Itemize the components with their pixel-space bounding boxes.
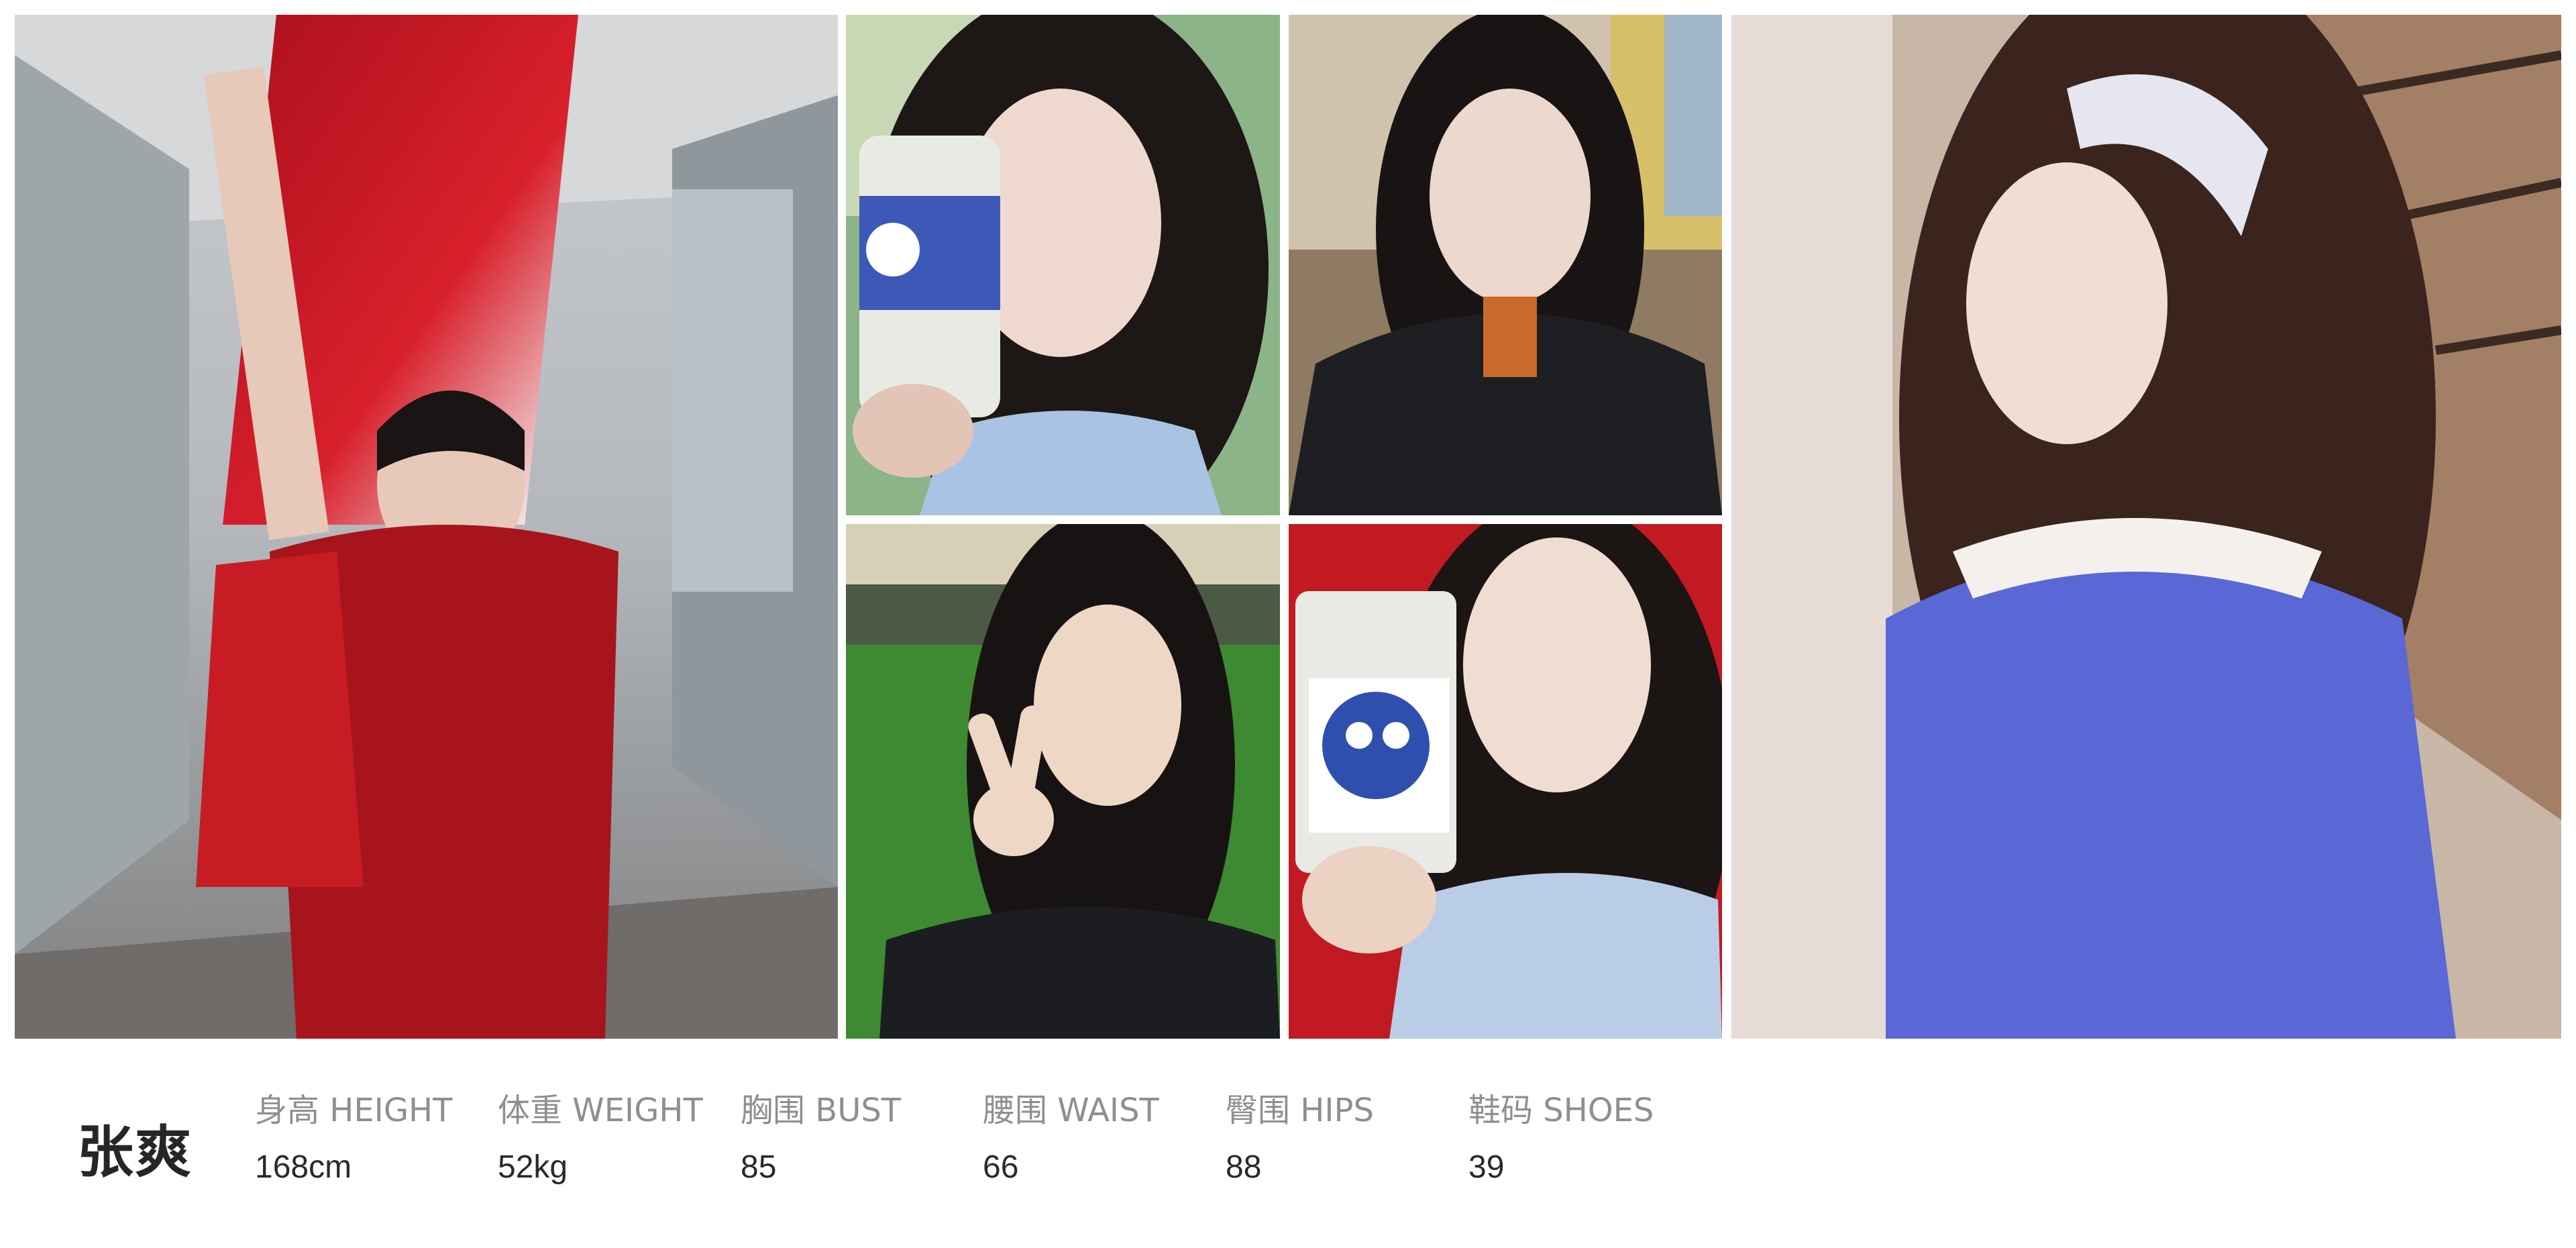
- photo-black-jacket[interactable]: [1289, 15, 1722, 515]
- stat-bust-label: 胸围 BUST: [741, 1092, 902, 1129]
- photo-blue-sweater-image: [1731, 15, 2561, 1039]
- photo-pout-panda-cup-image: [1289, 524, 1722, 1039]
- stat-weight: 体重 WEIGHT 52kg: [498, 1088, 703, 1188]
- stat-weight-value: 52kg: [498, 1149, 568, 1185]
- stat-waist-label: 腰围 WAIST: [983, 1092, 1159, 1129]
- photo-pout-panda-cup[interactable]: [1289, 524, 1722, 1039]
- photo-red-fan-dance-image: [15, 15, 838, 1039]
- model-card: 张爽 身高 HEIGHT 168cm 体重 WEIGHT 52kg 胸围 BUS…: [0, 0, 2576, 1248]
- stat-shoes: 鞋码 SHOES 39: [1468, 1088, 1654, 1188]
- stat-shoes-value: 39: [1468, 1149, 1505, 1185]
- photo-blue-sweater[interactable]: [1731, 15, 2561, 1039]
- stat-bust: 胸围 BUST 85: [741, 1088, 901, 1188]
- stat-bust-value: 85: [741, 1149, 777, 1185]
- stat-hips-value: 88: [1226, 1149, 1262, 1185]
- stat-height-value: 168cm: [255, 1149, 352, 1185]
- stat-height: 身高 HEIGHT 168cm: [255, 1088, 452, 1188]
- stat-hips: 臀围 HIPS 88: [1226, 1088, 1374, 1188]
- photo-red-fan-dance[interactable]: [15, 15, 838, 1039]
- model-name: 张爽: [77, 1119, 193, 1185]
- photo-peace-sign-field-image: [846, 524, 1280, 1039]
- photo-selfie-drink-image: [846, 15, 1280, 515]
- photo-black-jacket-image: [1289, 15, 1722, 515]
- photo-peace-sign-field[interactable]: [846, 524, 1280, 1039]
- stat-height-label: 身高 HEIGHT: [255, 1092, 453, 1129]
- photo-selfie-drink[interactable]: [846, 15, 1280, 515]
- stat-waist-value: 66: [983, 1149, 1019, 1185]
- stat-shoes-label: 鞋码 SHOES: [1468, 1092, 1654, 1129]
- stat-weight-label: 体重 WEIGHT: [498, 1092, 703, 1129]
- stat-hips-label: 臀围 HIPS: [1226, 1092, 1374, 1129]
- stat-waist: 腰围 WAIST 66: [983, 1088, 1159, 1188]
